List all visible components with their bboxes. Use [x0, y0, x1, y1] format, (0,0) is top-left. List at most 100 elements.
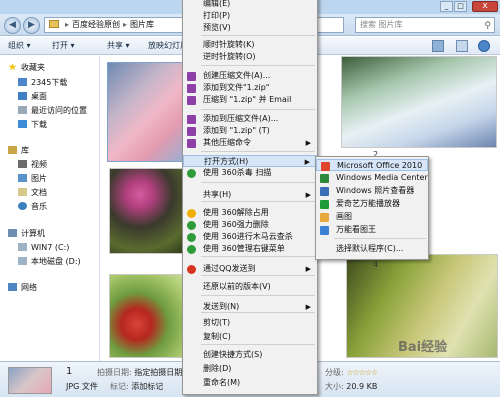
context-menu-item-label: 预览(V) [203, 23, 231, 32]
context-menu-item[interactable]: 逆时针旋转(O) [183, 51, 317, 63]
open-with-item[interactable]: 爱奇艺万能播放器 [316, 198, 428, 210]
context-menu-item[interactable]: 打开方式(H) ▶ [183, 155, 317, 167]
winrar-icon [187, 96, 196, 105]
context-menu-item-label: 重命名(M) [203, 378, 241, 387]
context-menu-item[interactable]: 通过QQ发送到 ▶ [183, 263, 317, 275]
folder-icon [49, 20, 59, 28]
open-with-item[interactable]: 画图 [316, 211, 428, 223]
open-with-item[interactable]: Windows 照片查看器 [316, 185, 428, 197]
context-menu-item[interactable]: 创建压缩文件(A)... [183, 70, 317, 82]
maximize-button[interactable]: □ [454, 1, 467, 12]
context-menu-item[interactable]: 使用 360解除占用 [183, 207, 317, 219]
nav-item-desktop[interactable]: 桌面 [18, 91, 47, 102]
thumbnail-caption: 4 [373, 260, 379, 269]
watermark: Bai经验 [398, 340, 448, 355]
breadcrumb-item[interactable]: 百度经验原创 [72, 20, 120, 29]
context-menu-item[interactable]: 重命名(M) [183, 377, 317, 389]
context-menu-item-label: 打印(P) [203, 11, 231, 20]
360-trojan-icon [187, 233, 196, 242]
context-menu-item[interactable]: 删除(D) [183, 363, 317, 375]
nav-network[interactable]: 网络 [8, 282, 37, 293]
context-menu-item[interactable]: 压缩到 "1.zip" 并 Email [183, 94, 317, 106]
music-icon [18, 202, 27, 210]
office-icon [321, 162, 330, 171]
date-taken-field[interactable]: 拍摄日期: 指定拍摄日期 [97, 367, 182, 378]
download-folder-icon [18, 78, 27, 86]
context-menu-item-label: 编辑(E) [203, 0, 231, 8]
close-button[interactable]: x [472, 1, 498, 12]
context-menu-item[interactable]: 使用 360强力删除 [183, 219, 317, 231]
winrar-icon [187, 72, 196, 81]
help-icon[interactable] [478, 40, 490, 52]
image-viewer-icon [320, 226, 329, 235]
nav-item-music[interactable]: 音乐 [18, 201, 47, 212]
nav-favorites[interactable]: 收藏夹 [8, 62, 45, 73]
open-with-item[interactable]: 选择默认程序(C)... [316, 243, 428, 255]
nav-item-2345-download[interactable]: 2345下载 [18, 77, 67, 88]
open-with-item[interactable]: Microsoft Office 2010 [316, 159, 428, 171]
menu-separator [201, 256, 315, 257]
tags-field[interactable]: 标记: 添加标记 [110, 381, 163, 392]
thumbnail-white-flowers[interactable] [341, 56, 497, 148]
context-menu-item[interactable]: 复制(C) [183, 331, 317, 343]
context-menu-item[interactable]: 使用 360进行木马云查杀 [183, 231, 317, 243]
context-menu-item[interactable]: 其他压缩命令 ▶ [183, 137, 317, 149]
rating-field[interactable]: 分级: ☆☆☆☆☆ [325, 367, 378, 378]
nav-libraries[interactable]: 库 [8, 145, 29, 156]
file-size: 大小: 20.9 KB [325, 382, 378, 391]
thumbnail-cherry-blossom[interactable] [107, 62, 185, 162]
context-menu-item[interactable]: 打印(P) [183, 10, 317, 22]
breadcrumb-item[interactable]: 图片库 [130, 20, 154, 29]
thumbnail-red-berries[interactable] [109, 274, 187, 358]
context-menu-item[interactable]: 共享(H) ▶ [183, 189, 317, 201]
rating-stars[interactable]: ☆☆☆☆☆ [346, 368, 378, 377]
winrar-icon [187, 127, 196, 136]
nav-item-drive-c[interactable]: WIN7 (C:) [18, 242, 69, 253]
context-menu-item[interactable]: 添加到文件"1.zip" [183, 82, 317, 94]
open-with-item-label: Windows Media Center [336, 173, 428, 182]
nav-item-drive-d[interactable]: 本地磁盘 (D:) [18, 256, 81, 267]
context-menu-item[interactable]: 创建快捷方式(S) [183, 349, 317, 361]
nav-item-documents[interactable]: 文档 [18, 187, 47, 198]
context-menu: 编辑(E) 打印(P) 预览(V) 顺时针旋转(K) 逆时针旋转(O) 创建压缩文件(A)… [182, 0, 318, 395]
pictures-icon [18, 174, 27, 182]
forward-button[interactable]: ▶ [23, 17, 40, 34]
organize-button[interactable]: 组织 ▾ [8, 37, 31, 54]
context-menu-item-label: 还原以前的版本(V) [203, 282, 271, 291]
open-button[interactable]: 打开 ▾ [52, 37, 75, 54]
thumbnail-pink-flowers[interactable] [109, 168, 185, 254]
view-options-icon[interactable] [432, 40, 444, 52]
context-menu-item-label: 添加到文件"1.zip" [203, 83, 270, 92]
context-menu-item-label: 通过QQ发送到 [203, 264, 256, 273]
menu-separator [201, 182, 315, 183]
context-menu-item[interactable]: 剪切(T) [183, 317, 317, 329]
minimize-button[interactable]: _ [440, 1, 453, 12]
open-with-item[interactable]: Windows Media Center [316, 172, 428, 184]
open-with-item-label: 爱奇艺万能播放器 [336, 199, 400, 208]
back-button[interactable]: ◀ [4, 17, 21, 34]
navigation-pane: 收藏夹 2345下载 桌面 最近访问的位置 下载 库 视频 图片 文档 音乐 计… [0, 56, 100, 361]
media-center-icon [320, 174, 329, 183]
nav-item-downloads[interactable]: 下载 [18, 119, 47, 130]
context-menu-item[interactable]: 使用 360管理右键菜单 [183, 243, 317, 255]
context-menu-item[interactable]: 编辑(E) [183, 0, 317, 10]
menu-separator [201, 275, 315, 276]
context-menu-item[interactable]: 预览(V) [183, 22, 317, 34]
nav-computer[interactable]: 计算机 [8, 228, 45, 239]
context-menu-item[interactable]: 使用 360杀毒 扫描 [183, 167, 317, 179]
preview-pane-icon[interactable] [456, 40, 468, 52]
search-input[interactable]: 搜索 图片库 ⚲ [355, 17, 495, 33]
open-with-item[interactable]: 万能看图王 [316, 224, 428, 236]
nav-item-videos[interactable]: 视频 [18, 159, 47, 170]
nav-item-recent-places[interactable]: 最近访问的位置 [18, 105, 87, 116]
nav-item-pictures[interactable]: 图片 [18, 173, 47, 184]
search-icon[interactable]: ⚲ [484, 19, 491, 33]
context-menu-item-label: 使用 360强力删除 [203, 220, 269, 229]
context-menu-item[interactable]: 顺时针旋转(K) [183, 39, 317, 51]
share-button[interactable]: 共享 ▾ [107, 37, 130, 54]
context-menu-item[interactable]: 添加到压缩文件(A)... [183, 113, 317, 125]
context-menu-item[interactable]: 还原以前的版本(V) [183, 281, 317, 293]
context-menu-item[interactable]: 添加到 "1.zip" (T) [183, 125, 317, 137]
context-menu-item-label: 压缩到 "1.zip" 并 Email [203, 95, 292, 104]
context-menu-item-label: 使用 360杀毒 扫描 [203, 168, 272, 177]
